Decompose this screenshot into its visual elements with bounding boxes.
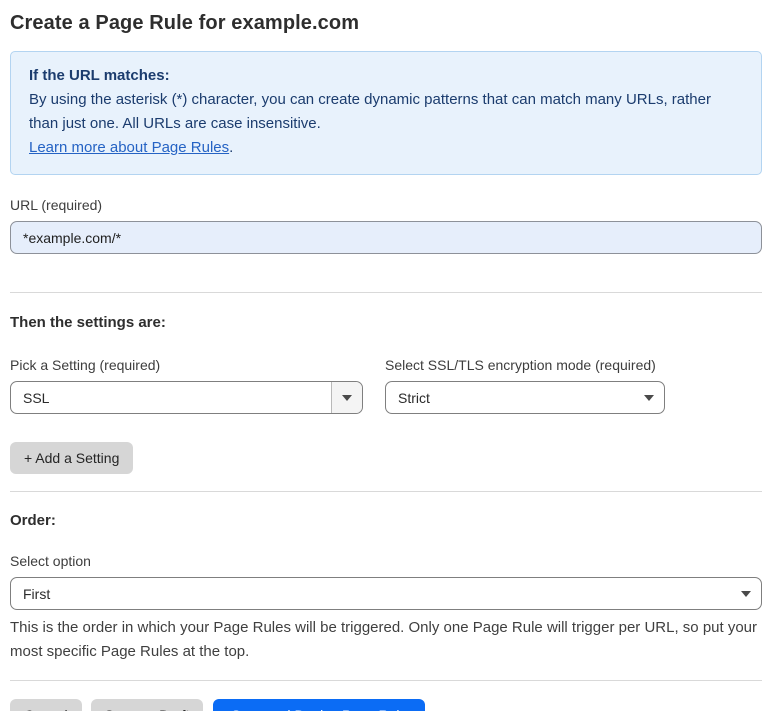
order-select-label: Select option	[10, 553, 91, 569]
pick-setting-field: Pick a Setting (required) SSL	[10, 357, 363, 414]
info-box-heading: If the URL matches:	[29, 67, 170, 84]
settings-row: Pick a Setting (required) SSL Select SSL…	[10, 357, 762, 414]
divider	[10, 680, 762, 681]
ssl-mode-field: Select SSL/TLS encryption mode (required…	[385, 357, 665, 414]
save-draft-button[interactable]: Save as Draft	[90, 699, 204, 711]
divider	[10, 292, 762, 293]
url-input[interactable]	[10, 221, 762, 254]
url-match-info-box: If the URL matches: By using the asteris…	[10, 51, 762, 175]
info-box-body-text: By using the asterisk (*) character, you…	[29, 91, 711, 132]
chevron-down-icon	[644, 394, 654, 401]
settings-section-heading: Then the settings are:	[10, 314, 166, 331]
pick-setting-value: SSL	[23, 389, 50, 406]
chevron-down-icon	[741, 590, 751, 597]
ssl-mode-select[interactable]: Strict	[385, 381, 665, 414]
learn-more-link[interactable]: Learn more about Page Rules	[29, 139, 229, 156]
footer-actions: Cancel Save as Draft Save and Deploy Pag…	[10, 699, 762, 711]
order-select[interactable]: First	[10, 577, 762, 610]
ssl-mode-arrow	[634, 394, 664, 401]
order-select-arrow	[731, 590, 761, 597]
url-field-label: URL (required)	[10, 197, 103, 213]
ssl-mode-label: Select SSL/TLS encryption mode (required…	[385, 357, 656, 373]
pick-setting-label: Pick a Setting (required)	[10, 357, 161, 373]
pick-setting-select[interactable]: SSL	[10, 381, 363, 414]
chevron-down-icon	[342, 394, 352, 401]
order-help-text: This is the order in which your Page Rul…	[10, 619, 758, 660]
link-period: .	[229, 139, 234, 156]
add-setting-button[interactable]: + Add a Setting	[10, 442, 134, 474]
page-title: Create a Page Rule for example.com	[10, 12, 360, 34]
info-box-body: By using the asterisk (*) character, you…	[29, 88, 743, 160]
create-page-rule-form: Create a Page Rule for example.com If th…	[0, 0, 772, 711]
pick-setting-arrow-button[interactable]	[331, 382, 362, 413]
cancel-button[interactable]: Cancel	[10, 699, 82, 711]
ssl-mode-value: Strict	[398, 389, 430, 406]
order-select-value: First	[23, 585, 51, 602]
order-section-heading: Order:	[10, 512, 56, 529]
save-deploy-button[interactable]: Save and Deploy Page Rule	[213, 699, 426, 711]
divider	[10, 491, 762, 492]
